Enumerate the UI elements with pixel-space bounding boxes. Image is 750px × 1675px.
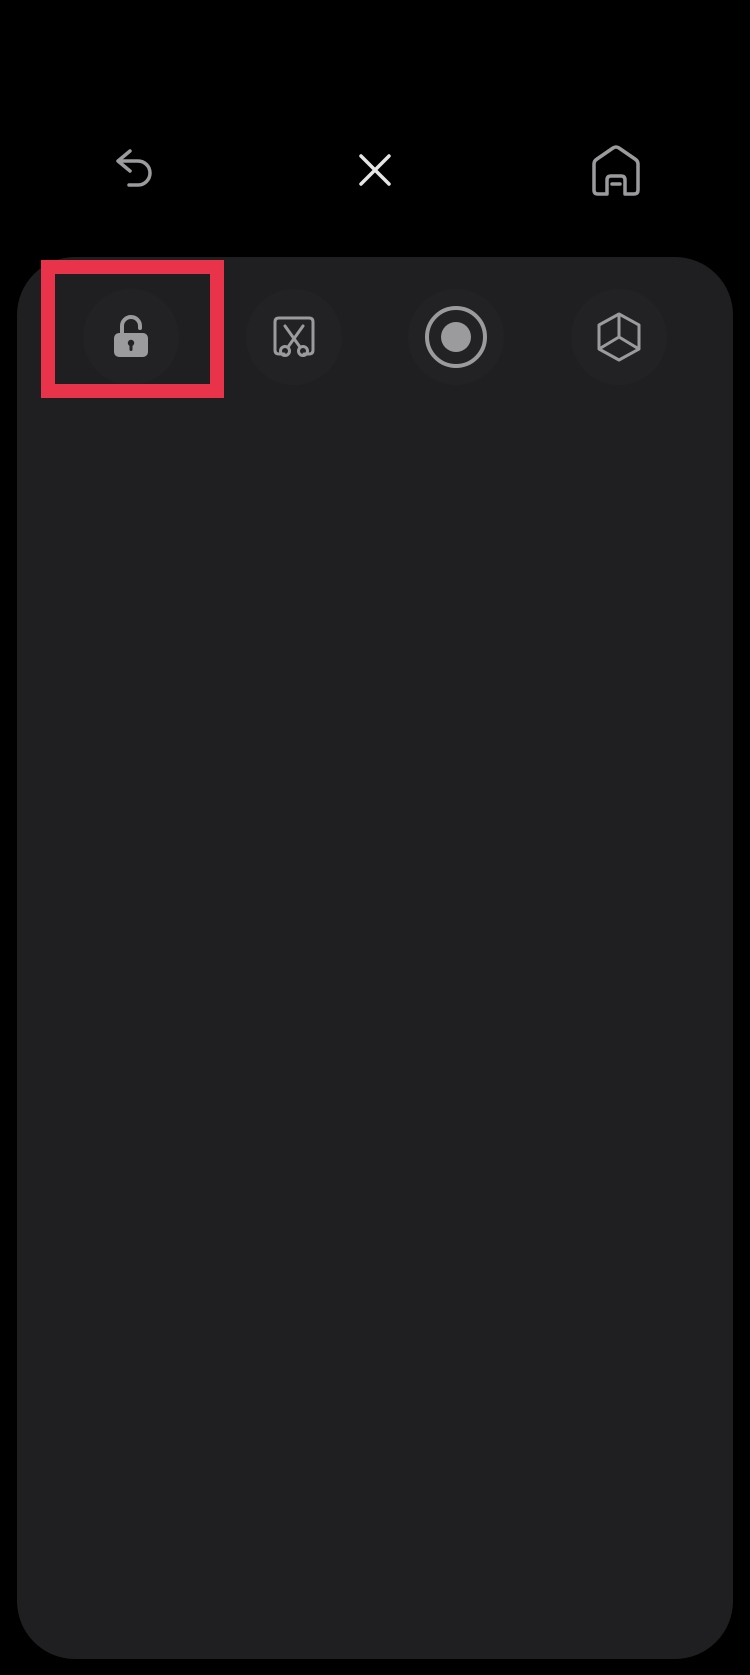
record-icon [425, 306, 487, 368]
screen-record-button[interactable] [408, 289, 504, 385]
close-icon [359, 154, 391, 186]
screen-cut-button[interactable] [246, 289, 342, 385]
home-button[interactable] [580, 134, 652, 206]
lock-toggle-button[interactable] [83, 289, 179, 385]
3d-view-button[interactable] [571, 289, 667, 385]
undo-arrow-icon [116, 149, 152, 187]
close-button[interactable] [339, 134, 411, 206]
unlock-icon [114, 315, 148, 357]
home-icon [592, 145, 640, 196]
back-button[interactable] [97, 134, 169, 206]
cube-icon [597, 312, 641, 362]
tools-panel [17, 257, 733, 1659]
top-bar [0, 120, 750, 230]
scissors-frame-icon [273, 316, 315, 357]
